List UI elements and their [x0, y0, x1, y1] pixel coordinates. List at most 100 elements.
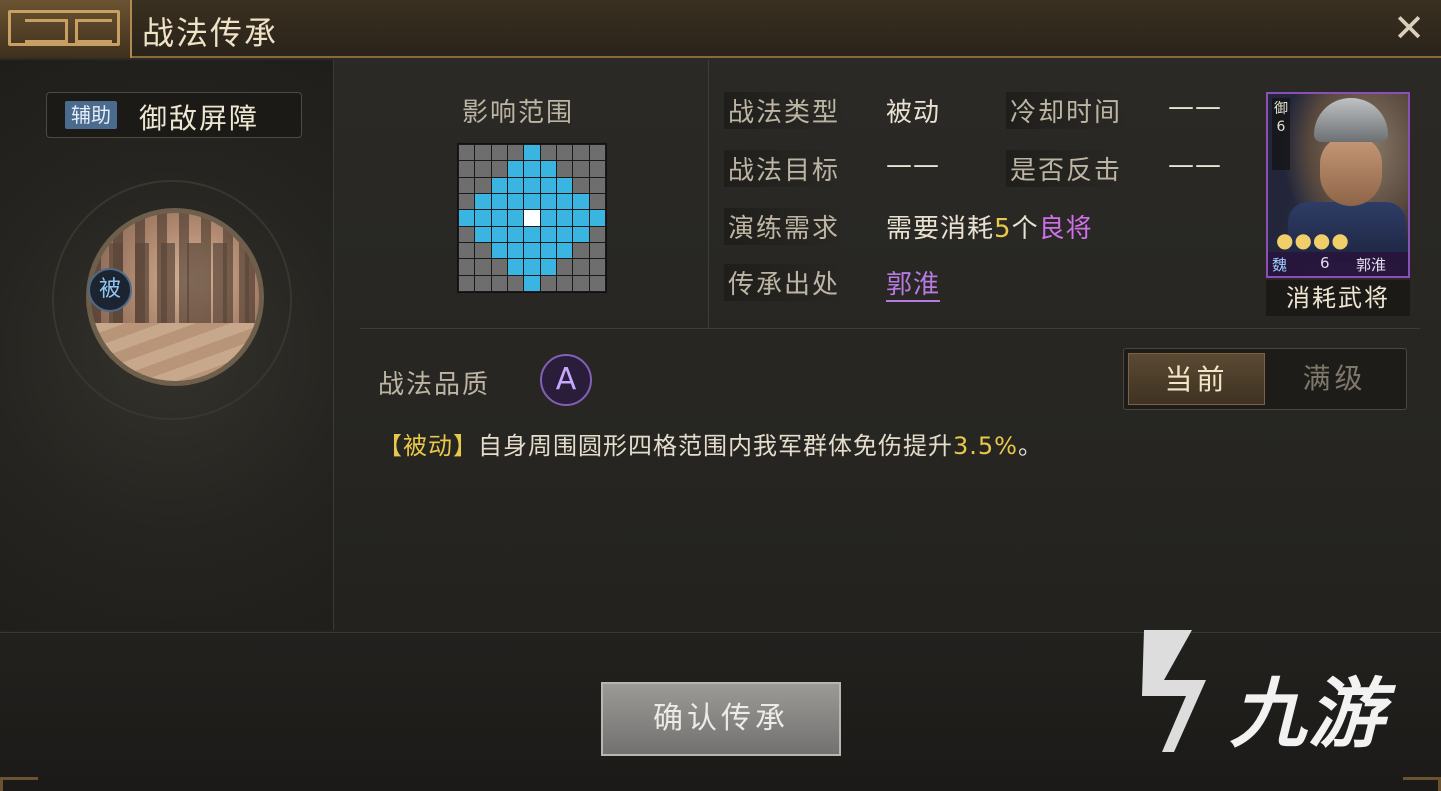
counter-label: 是否反击 [1006, 150, 1127, 187]
range-cell [573, 259, 589, 275]
origin-link[interactable]: 郭淮 [886, 264, 941, 302]
range-cell-active [491, 226, 507, 242]
range-cell [573, 145, 589, 161]
range-cell-active [507, 259, 524, 275]
counter-value: —— [1168, 150, 1222, 180]
corner-ornament-right [1403, 777, 1441, 791]
general-info-bar: 魏 6 郭淮 [1268, 252, 1408, 276]
range-cell-active [507, 193, 524, 210]
target-value: —— [886, 150, 940, 180]
range-cell [556, 275, 573, 291]
consume-general-label: 消耗武将 [1266, 280, 1410, 316]
range-cell [459, 242, 475, 259]
range-cell-active [540, 210, 556, 226]
range-cell [475, 275, 491, 291]
range-cell [573, 177, 589, 193]
range-cell-active [491, 193, 507, 210]
range-cell [589, 193, 605, 210]
drill-prefix: 需要消耗 [886, 214, 995, 244]
range-cell-active [589, 210, 605, 226]
range-cell-active [573, 210, 589, 226]
range-cell [556, 259, 573, 275]
range-cell-active [540, 242, 556, 259]
range-cell [491, 275, 507, 291]
range-label: 影响范围 [462, 98, 575, 128]
general-stars: ●●●● [1276, 228, 1350, 252]
origin-value[interactable]: 郭淮 [886, 270, 941, 302]
general-faction: 魏 [1272, 256, 1288, 274]
range-cell [556, 145, 573, 161]
description-tag: 【被动】 [378, 432, 478, 460]
range-cell-active [524, 242, 540, 259]
target-label: 战法目标 [724, 150, 845, 187]
general-name: 郭淮 [1356, 256, 1387, 274]
troop-level: 6 [1276, 119, 1286, 135]
range-cell-active [540, 226, 556, 242]
range-cell [589, 259, 605, 275]
type-label: 战法类型 [724, 92, 845, 129]
skill-inherit-panel: 战法传承 ✕ 辅助 御敌屏障 被 影响范围 战法类型 被动 冷却时间 —— 战法… [0, 0, 1441, 791]
range-cell [540, 145, 556, 161]
range-cell-active [524, 275, 540, 291]
range-cell-active [524, 145, 540, 161]
range-cell-active [524, 177, 540, 193]
range-cell-active [507, 210, 524, 226]
troop-type: 御 [1274, 101, 1288, 117]
range-cell-active [507, 161, 524, 177]
description-value: 3.5% [953, 432, 1018, 460]
range-cell [573, 161, 589, 177]
general-card[interactable]: 御 6 ●●●● 魏 6 郭淮 [1266, 92, 1410, 278]
type-value: 被动 [886, 98, 941, 128]
tab-max-level[interactable]: 满级 [1266, 353, 1403, 405]
range-cell [573, 242, 589, 259]
window-title: 战法传承 [142, 14, 279, 52]
range-cell [475, 161, 491, 177]
range-cell [459, 177, 475, 193]
range-cell [491, 259, 507, 275]
range-cell [589, 177, 605, 193]
troop-type-flag: 御 6 [1272, 98, 1290, 170]
range-cell [491, 161, 507, 177]
drill-label: 演练需求 [724, 208, 845, 245]
corner-ornament-left [0, 777, 38, 791]
range-cell-active [507, 242, 524, 259]
range-cell-active [459, 210, 475, 226]
range-cell [459, 226, 475, 242]
range-cell-active [540, 177, 556, 193]
range-cell-active [556, 210, 573, 226]
title-bar: 战法传承 ✕ [0, 0, 1441, 58]
range-grid [457, 143, 607, 293]
range-center-cell [524, 210, 540, 226]
range-cell-active [491, 242, 507, 259]
range-cell [589, 275, 605, 291]
range-cell [491, 145, 507, 161]
range-cell [507, 145, 524, 161]
range-cell [459, 275, 475, 291]
description-suffix: 。 [1017, 432, 1043, 460]
range-cell [589, 226, 605, 242]
range-cell [589, 145, 605, 161]
drill-count: 5 [994, 214, 1012, 244]
tab-current[interactable]: 当前 [1128, 353, 1265, 405]
skill-description: 【被动】自身周围圆形四格范围内我军群体免伤提升3.5%。 [378, 426, 1043, 461]
range-cell-active [556, 226, 573, 242]
close-button[interactable]: ✕ [1389, 8, 1429, 48]
range-cell-active [573, 226, 589, 242]
range-cell [459, 145, 475, 161]
range-cell [589, 242, 605, 259]
helmet-art-icon [1314, 98, 1388, 142]
range-cell [589, 161, 605, 177]
title-ornament-icon [0, 0, 132, 58]
range-cell-active [475, 226, 491, 242]
range-cell-active [491, 210, 507, 226]
range-cell-active [507, 226, 524, 242]
quality-label: 战法品质 [378, 370, 491, 400]
confirm-inherit-button[interactable]: 确认传承 [601, 682, 841, 756]
cooldown-label: 冷却时间 [1006, 92, 1127, 129]
watermark-text: 九游 [1230, 669, 1386, 758]
range-cell-active [540, 259, 556, 275]
range-cell-active [556, 193, 573, 210]
range-cell-active [556, 177, 573, 193]
range-cell-active [507, 177, 524, 193]
range-cell [475, 259, 491, 275]
